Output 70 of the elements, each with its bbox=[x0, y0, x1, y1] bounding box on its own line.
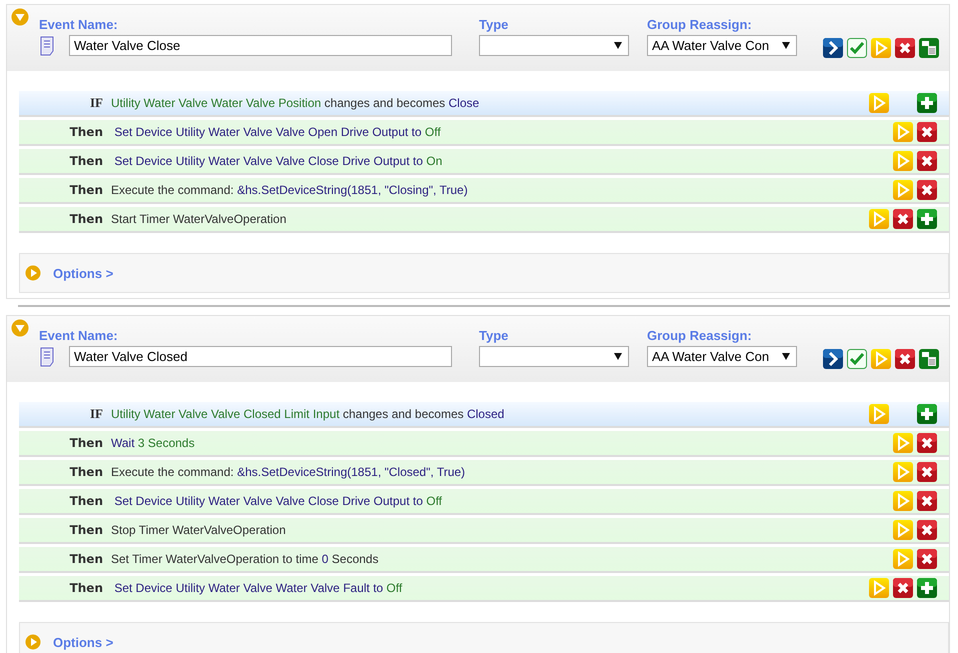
add-button[interactable] bbox=[917, 578, 937, 598]
action-text: Wait 3 Seconds bbox=[111, 436, 196, 450]
checkmark-button[interactable] bbox=[847, 38, 867, 58]
delete-button[interactable] bbox=[917, 122, 937, 142]
chevron-button[interactable] bbox=[823, 349, 843, 369]
expand-icon[interactable] bbox=[25, 265, 41, 281]
action-text: Set Device Utility Water Valve Valve Close Drive Output to On bbox=[113, 154, 444, 168]
action-text: Execute the command: &hs.SetDeviceString(1851, "Closed", True) bbox=[111, 465, 466, 479]
action-text: Start Timer WaterValveOperation bbox=[111, 212, 288, 226]
delete-button[interactable] bbox=[917, 151, 937, 171]
then-label: Then bbox=[68, 581, 103, 595]
field-label: Event Name: bbox=[39, 17, 119, 31]
delete-button[interactable] bbox=[917, 433, 937, 453]
action-text: Set Device Utility Water Valve Water Valve Fault to Off bbox=[113, 581, 404, 595]
expand-icon[interactable] bbox=[25, 634, 41, 650]
field-label: Group Reassign: bbox=[647, 17, 753, 31]
action-text: Set Device Utility Water Valve Valve Open Drive Output to Off bbox=[113, 125, 442, 139]
chevron-button[interactable] bbox=[823, 38, 843, 58]
action-text: Set Device Utility Water Valve Valve Close Drive Output to Off bbox=[113, 494, 444, 508]
field-label: Type bbox=[479, 17, 510, 31]
then-label: Then bbox=[68, 436, 103, 450]
delete-button[interactable] bbox=[917, 549, 937, 569]
if-label: IF bbox=[89, 406, 103, 422]
then-label: Then bbox=[68, 125, 103, 139]
condition-text: Utility Water Valve Water Valve Position changes and becomes Close bbox=[111, 96, 480, 110]
type-dropdown[interactable] bbox=[479, 346, 629, 367]
then-label: Then bbox=[68, 523, 103, 537]
play-button[interactable] bbox=[869, 93, 889, 113]
group-dropdown[interactable]: AA Water Valve Con bbox=[647, 35, 797, 56]
action-text: Set Timer WaterValveOperation to time 0 Seconds bbox=[111, 552, 380, 566]
add-button[interactable] bbox=[917, 209, 937, 229]
delete-button[interactable] bbox=[917, 462, 937, 482]
then-label: Then bbox=[68, 154, 103, 168]
field-label: Event Name: bbox=[39, 328, 119, 342]
delete-button[interactable] bbox=[917, 180, 937, 200]
delete-button[interactable] bbox=[917, 520, 937, 540]
collapse-toggle-icon[interactable] bbox=[11, 319, 29, 337]
checkmark-button[interactable] bbox=[847, 349, 867, 369]
then-label: Then bbox=[68, 465, 103, 479]
options-link[interactable]: Options > bbox=[53, 634, 114, 650]
delete-button[interactable] bbox=[893, 209, 913, 229]
then-label: Then bbox=[68, 494, 103, 508]
field-label: Type bbox=[479, 328, 510, 342]
condition-text: Utility Water Valve Valve Closed Limit Input changes and becomes Closed bbox=[111, 407, 506, 421]
then-label: Then bbox=[68, 552, 103, 566]
caret-icon bbox=[614, 353, 622, 360]
caret-icon bbox=[782, 353, 790, 360]
caret-icon bbox=[782, 42, 790, 49]
options-link[interactable]: Options > bbox=[53, 266, 114, 280]
add-button[interactable] bbox=[917, 404, 937, 424]
caret-icon bbox=[614, 42, 622, 49]
event-name-field[interactable]: Water Valve Close bbox=[69, 35, 452, 56]
then-label: Then bbox=[68, 212, 103, 226]
event-name-field[interactable]: Water Valve Closed bbox=[69, 346, 452, 367]
collapse-toggle-icon[interactable] bbox=[11, 8, 29, 26]
action-text: Stop Timer WaterValveOperation bbox=[111, 523, 287, 537]
then-label: Then bbox=[68, 183, 103, 197]
field-label: Group Reassign: bbox=[647, 328, 753, 342]
if-label: IF bbox=[89, 95, 103, 111]
delete-button[interactable] bbox=[895, 38, 915, 58]
copy-button[interactable] bbox=[919, 349, 939, 369]
add-button[interactable] bbox=[917, 93, 937, 113]
copy-button[interactable] bbox=[919, 38, 939, 58]
delete-button[interactable] bbox=[895, 349, 915, 369]
group-dropdown[interactable]: AA Water Valve Con bbox=[647, 346, 797, 367]
type-dropdown[interactable] bbox=[479, 35, 629, 56]
action-text: Execute the command: &hs.SetDeviceString(1851, "Closing", True) bbox=[111, 183, 469, 197]
delete-button[interactable] bbox=[893, 578, 913, 598]
play-button[interactable] bbox=[869, 404, 889, 424]
delete-button[interactable] bbox=[917, 491, 937, 511]
